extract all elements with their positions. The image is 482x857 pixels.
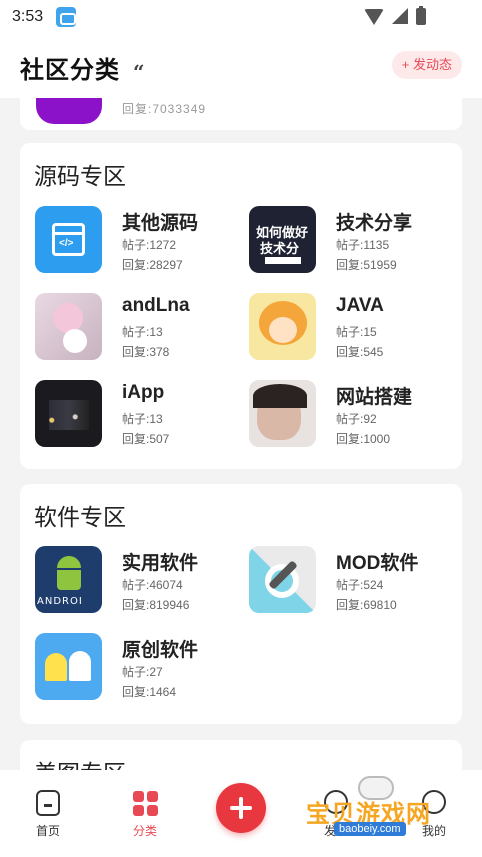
category-replies: 回复:1000 bbox=[336, 432, 391, 446]
category-name: iApp bbox=[122, 382, 165, 403]
category-posts: 帖子:13 bbox=[122, 412, 163, 426]
category-name: 网站搭建 bbox=[336, 387, 413, 408]
wrench-gear-image bbox=[249, 546, 316, 613]
signal-icon bbox=[392, 8, 408, 24]
category-replies: 回复:507 bbox=[122, 432, 170, 446]
section-software: 软件专区 ANDROI 实用软件 帖子:46074 回复:819946 MOD软… bbox=[20, 484, 462, 724]
category-posts: 帖子:1135 bbox=[336, 238, 390, 252]
portrait-image bbox=[249, 380, 316, 447]
category-item[interactable]: 如何做好 技术分 技术分享 帖子:1135 回复:51959 bbox=[249, 206, 449, 274]
tab-label: 首页 bbox=[35, 824, 60, 838]
tab-category[interactable]: 分类 bbox=[110, 770, 180, 857]
add-post-button[interactable] bbox=[216, 783, 266, 833]
quote-icon: “ bbox=[133, 60, 145, 84]
category-replies: 回复:51959 bbox=[336, 258, 397, 272]
night-street-image bbox=[35, 380, 102, 447]
previous-section-card: 回复:7033349 bbox=[20, 98, 462, 130]
category-replies: 回复:819946 bbox=[122, 598, 190, 612]
page-title: 社区分类 bbox=[20, 57, 120, 84]
category-name: 实用软件 bbox=[122, 553, 199, 574]
ghost-image bbox=[35, 633, 102, 700]
category-replies: 回复:28297 bbox=[122, 258, 183, 272]
status-bar: 3:53 bbox=[0, 0, 482, 34]
watermark: 宝贝游戏网 baobeiy.com bbox=[306, 776, 446, 846]
category-name: 技术分享 bbox=[336, 213, 413, 234]
battery-icon bbox=[416, 6, 426, 25]
tab-home[interactable]: 首页 bbox=[13, 770, 83, 857]
wifi-icon bbox=[364, 9, 384, 25]
section-pictures: 美图专区 bbox=[20, 740, 462, 770]
category-name: 原创软件 bbox=[122, 640, 199, 661]
post-update-button[interactable]: + 发动态 bbox=[391, 51, 462, 79]
category-replies: 回复:378 bbox=[122, 345, 170, 359]
category-name: andLna bbox=[122, 295, 190, 316]
category-name: 其他源码 bbox=[122, 213, 199, 234]
status-icons bbox=[364, 6, 444, 26]
category-posts: 帖子:1272 bbox=[122, 238, 177, 252]
tech-share-image: 如何做好 技术分 bbox=[249, 206, 316, 273]
android-robot-image: ANDROI bbox=[35, 546, 102, 613]
watermark-url: baobeiy.com bbox=[334, 822, 406, 836]
category-item[interactable]: JAVA 帖子:15 回复:545 bbox=[249, 293, 449, 361]
category-posts: 帖子:46074 bbox=[122, 578, 183, 592]
page-header: 社区分类 “ + 发动态 bbox=[0, 34, 482, 98]
category-posts: 帖子:13 bbox=[122, 325, 163, 339]
category-list[interactable]: 回复:7033349 源码专区 </> 其他源码 帖子:1272 回复:2829… bbox=[0, 98, 482, 770]
category-name: JAVA bbox=[336, 295, 384, 316]
category-item[interactable]: 网站搭建 帖子:92 回复:1000 bbox=[249, 380, 449, 448]
category-name: MOD软件 bbox=[336, 553, 419, 574]
category-replies: 回复:545 bbox=[336, 345, 384, 359]
category-replies: 回复:69810 bbox=[336, 598, 397, 612]
anime-fox-image bbox=[249, 293, 316, 360]
thumb-text: ANDROI bbox=[37, 596, 83, 607]
category-posts: 帖子:92 bbox=[336, 412, 377, 426]
tab-label: 分类 bbox=[132, 824, 157, 838]
app-notification-icon bbox=[56, 7, 76, 27]
previous-item-thumbnail[interactable] bbox=[36, 98, 102, 124]
section-source-code: 源码专区 </> 其他源码 帖子:1272 回复:28297 如何做好 技术分 … bbox=[20, 143, 462, 469]
section-title: 美图专区 bbox=[34, 754, 126, 770]
anime-image bbox=[35, 293, 102, 360]
category-posts: 帖子:15 bbox=[336, 325, 377, 339]
category-posts: 帖子:524 bbox=[336, 578, 384, 592]
category-item[interactable]: iApp 帖子:13 回复:507 bbox=[35, 380, 235, 448]
category-item[interactable]: 原创软件 帖子:27 回复:1464 bbox=[35, 633, 235, 701]
section-title: 源码专区 bbox=[34, 163, 126, 189]
thumb-text-line-2: 技术分 bbox=[260, 241, 300, 256]
status-time: 3:53 bbox=[12, 8, 44, 25]
home-icon bbox=[36, 790, 60, 816]
category-grid-icon bbox=[133, 791, 159, 817]
previous-item-replies: 回复:7033349 bbox=[122, 102, 207, 116]
category-item[interactable]: andLna 帖子:13 回复:378 bbox=[35, 293, 235, 361]
code-window-icon: </> bbox=[35, 206, 102, 273]
category-replies: 回复:1464 bbox=[122, 685, 177, 699]
section-title: 软件专区 bbox=[34, 504, 126, 530]
category-item[interactable]: </> 其他源码 帖子:1272 回复:28297 bbox=[35, 206, 235, 274]
category-item[interactable]: ANDROI 实用软件 帖子:46074 回复:819946 bbox=[35, 546, 235, 614]
category-item[interactable]: MOD软件 帖子:524 回复:69810 bbox=[249, 546, 449, 614]
category-posts: 帖子:27 bbox=[122, 665, 163, 679]
